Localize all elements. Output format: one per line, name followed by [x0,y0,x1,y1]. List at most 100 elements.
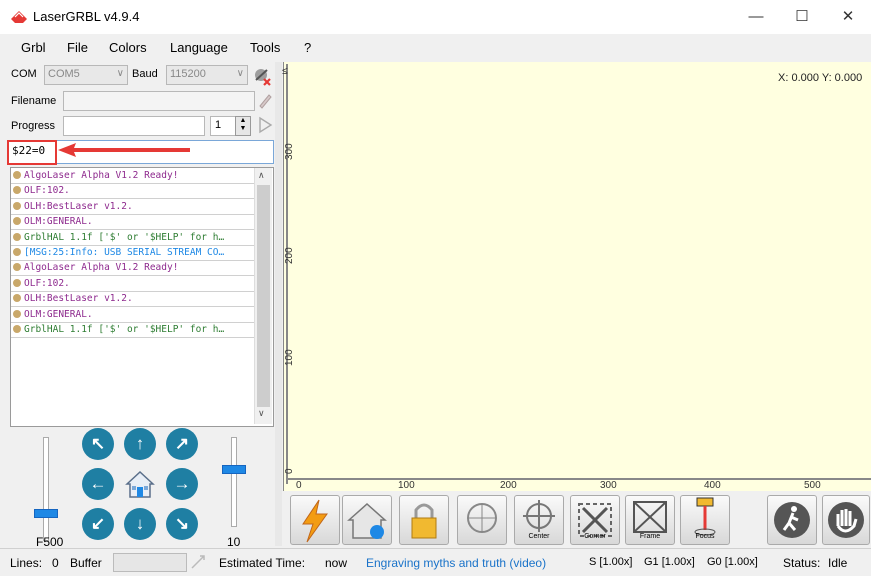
connect-icon[interactable] [252,66,272,86]
console-line-text: OLM:GENERAL. [24,308,93,320]
copies-value: 1 [215,119,222,131]
status-label: Status: [783,556,821,570]
console-line: OLM:GENERAL. [11,307,257,323]
console-line: GrblHAL 1.1f ['$' or '$HELP' for h… [11,322,257,338]
console-line-icon [13,263,21,272]
baud-select[interactable]: 115200 ∨ [166,65,248,85]
frame-button[interactable]: Frame [625,495,675,545]
center-frame-button[interactable]: Center [514,495,564,545]
status-value: Idle [828,556,848,570]
filename-field [63,91,255,111]
chevron-down-icon: ∨ [116,68,124,79]
stop-button[interactable] [822,495,870,545]
center-label: Center [528,533,550,540]
window-title: LaserGRBL v4.9.4 [33,9,140,24]
console-log[interactable]: AlgoLaser Alpha V1.2 Ready! OLF:102. OLH:B… [10,167,274,427]
focus-label: Focus [695,533,715,540]
copies-spin-icon[interactable]: ▲ ▼ [235,116,251,136]
console-line: AlgoLaser Alpha V1.2 Ready! [11,168,257,184]
speed-thumb[interactable] [34,509,58,518]
highlight-box [7,140,57,165]
y-axis [286,64,288,484]
menu-bar: Grbl File Colors Language Tools ? [0,36,871,58]
console-line-icon [13,232,21,241]
copies-stepper[interactable]: 1 [210,116,236,136]
minimize-button[interactable]: — [733,0,779,34]
menu-file[interactable]: File [67,40,88,55]
console-line-icon [13,248,21,256]
maximize-button[interactable]: ☐ [779,0,825,34]
close-button[interactable]: ✕ [825,0,871,34]
title-bar: LaserGRBL v4.9.4 — ☐ ✕ [0,0,871,34]
com-label: COM [11,68,37,80]
console-line: OLH:BestLaser v1.2. [11,291,257,308]
menu-language[interactable]: Language [170,40,228,55]
house-icon [347,502,387,539]
jog-up-left-button[interactable]: ↖ [82,428,114,460]
menu-colors[interactable]: Colors [109,40,147,55]
console-line-icon [13,217,21,226]
progress-bar [63,116,205,136]
console-line-text: OLF:102. [24,185,70,197]
step-thumb[interactable] [222,465,246,474]
jog-down-button[interactable]: ↓ [124,508,156,540]
walk-button[interactable] [767,495,817,545]
console-line: [MSG:25:Info: USB SERIAL STREAM CO… [11,245,257,261]
console-scrollbar[interactable]: ∧ ∨ [254,168,272,424]
x-tick-0: 0 [296,480,302,491]
console-line-icon [13,171,21,179]
jog-left-button[interactable]: ← [82,468,114,500]
laser-on-button[interactable] [290,495,340,545]
g0-override[interactable]: G0 [1.00x] [707,556,758,568]
com-port-select[interactable]: COM5 ∨ [44,65,128,85]
frame-label: Frame [639,533,661,540]
console-line-icon [13,278,21,287]
corner-label: Corner [584,533,606,540]
console-line: AlgoLaser Alpha V1.2 Ready! [11,260,257,277]
s-override[interactable]: S [1.00x] [589,556,632,568]
hand-stop-icon [828,502,864,538]
x-axis [286,478,871,480]
home-machine-button[interactable] [342,495,392,545]
home-button[interactable] [124,468,156,500]
menu-grbl[interactable]: Grbl [21,40,46,55]
lightning-icon [302,499,328,543]
console-line-text: AlgoLaser Alpha V1.2 Ready! [24,262,179,274]
jog-up-right-button[interactable]: ↗ [166,428,198,460]
scroll-down-icon[interactable]: ∨ [258,408,265,419]
jog-down-left-button[interactable]: ↙ [82,508,114,540]
menu-tools[interactable]: Tools [250,40,280,55]
open-file-icon[interactable] [257,91,273,109]
speed-slider[interactable] [32,437,58,543]
focus-button[interactable]: Focus [680,495,730,545]
x-tick-300: 300 [600,480,617,491]
g1-override[interactable]: G1 [1.00x] [644,556,695,568]
jog-down-right-button[interactable]: ↘ [166,508,198,540]
center-button[interactable] [457,495,507,545]
step-slider[interactable] [220,437,246,527]
console-line-icon [13,294,21,303]
run-icon[interactable] [257,116,273,134]
y-tick-200: 200 [284,247,295,264]
jog-right-button[interactable]: → [166,468,198,500]
lock-icon [411,503,437,539]
console-line-text: OLH:BestLaser v1.2. [24,293,133,305]
chevron-down-icon: ∨ [236,68,244,79]
walking-person-icon [774,502,810,538]
filename-label: Filename [11,95,57,107]
console-line: OLH:BestLaser v1.2. [11,199,257,215]
corner-button[interactable]: Corner [570,495,620,545]
y-axis-top-marker: ≤ [282,66,288,77]
console-line-text: OLM:GENERAL. [24,216,93,228]
scroll-up-icon[interactable]: ∧ [258,170,265,181]
splitter[interactable] [275,62,282,546]
jog-up-button[interactable]: ↑ [124,428,156,460]
unlock-button[interactable] [399,495,449,545]
console-line-icon [13,309,21,318]
scroll-thumb[interactable] [257,185,270,407]
step-label: 10 [227,535,241,549]
engraving-video-link[interactable]: Engraving myths and truth (video) [366,556,546,570]
menu-help[interactable]: ? [304,40,311,55]
baud-label: Baud [132,68,158,80]
preview-canvas[interactable] [283,62,871,491]
